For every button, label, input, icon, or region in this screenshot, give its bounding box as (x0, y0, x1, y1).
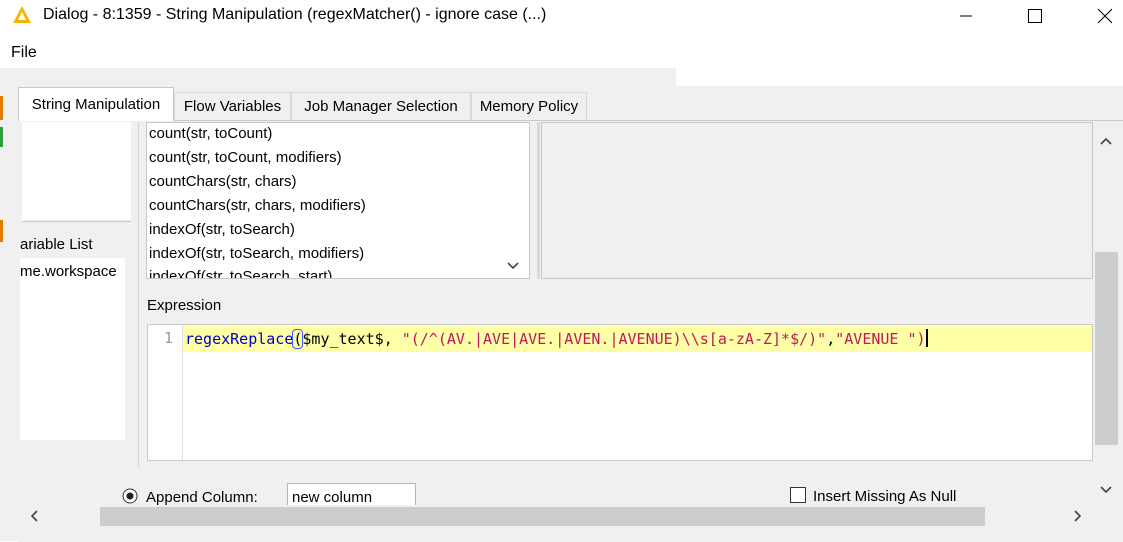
function-item[interactable]: indexOf(str, toSearch) (149, 221, 295, 238)
left-edge-marker (0, 220, 3, 242)
variable-list-label: ariable List (20, 236, 93, 253)
maximize-button[interactable] (1012, 0, 1058, 32)
code-separator: , (383, 330, 402, 348)
function-item-clip: indexOf(str, toSearch, start) (147, 264, 497, 278)
panel-divider (537, 122, 540, 279)
left-edge-marker (0, 127, 3, 147)
column-list[interactable] (22, 122, 131, 220)
code-paren-close: ) (916, 330, 926, 348)
minimize-button[interactable] (943, 0, 989, 32)
menu-file[interactable]: File (11, 44, 37, 62)
window-title: Dialog - 8:1359 - String Manipulation (r… (43, 6, 547, 23)
function-item[interactable]: countChars(str, chars) (149, 173, 297, 190)
append-column-label: Append Column: (146, 489, 258, 506)
close-button[interactable] (1082, 0, 1123, 32)
tab-flow-variables[interactable]: Flow Variables (174, 92, 291, 120)
append-column-field[interactable]: new column (287, 483, 416, 507)
expression-code[interactable]: regexReplace($my_text$, "(/^(AV.|AVE|AVE… (185, 329, 928, 349)
description-panel (541, 122, 1093, 279)
tab-memory-policy[interactable]: Memory Policy (471, 92, 587, 120)
chevron-down-icon[interactable] (503, 256, 523, 276)
code-string: "AVENUE " (835, 330, 917, 348)
append-column-value: new column (292, 489, 373, 506)
chevron-left-icon[interactable] (24, 507, 44, 525)
insert-missing-label: Insert Missing As Null (813, 488, 957, 505)
function-item[interactable]: countChars(str, chars, modifiers) (149, 197, 366, 214)
code-string: "(/^(AV.|AVE|AVE.|AVEN.|AVENUE)\\s[a-zA-… (401, 330, 827, 348)
chevron-down-icon[interactable] (1096, 480, 1116, 500)
insert-missing-checkbox[interactable] (790, 487, 806, 503)
text-cursor (925, 329, 928, 347)
variable-item[interactable]: me.workspace (20, 263, 117, 280)
menu-bar-right (676, 38, 1123, 86)
append-column-radio[interactable] (122, 488, 138, 504)
chevron-up-icon[interactable] (1096, 131, 1116, 151)
left-edge-marker (0, 96, 3, 120)
horizontal-scroll-thumb[interactable] (100, 507, 985, 526)
divider (22, 221, 131, 222)
function-item[interactable]: indexOf(str, toSearch, start) (149, 268, 332, 278)
tab-string-manipulation[interactable]: String Manipulation (18, 87, 174, 121)
splitter[interactable] (138, 122, 139, 467)
vertical-scroll-thumb[interactable] (1095, 252, 1118, 445)
chevron-right-icon[interactable] (1068, 507, 1088, 525)
code-separator: , (826, 330, 836, 348)
code-function: regexReplace (185, 330, 294, 348)
knime-warning-icon (12, 5, 32, 25)
function-item[interactable]: count(str, toCount, modifiers) (149, 149, 342, 166)
function-item[interactable]: indexOf(str, toSearch, modifiers) (149, 245, 364, 262)
code-variable: $my_text$ (302, 330, 384, 348)
function-item[interactable]: count(str, toCount) (149, 125, 272, 142)
variable-list[interactable] (20, 258, 125, 440)
expression-label: Expression (147, 297, 222, 314)
line-number: 1 (164, 329, 174, 347)
tab-job-manager-selection[interactable]: Job Manager Selection (291, 92, 471, 120)
